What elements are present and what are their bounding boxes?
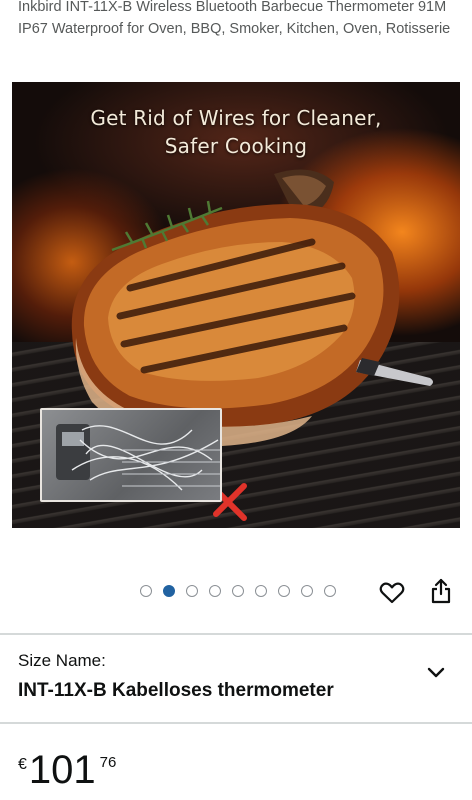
price-currency: € [18, 756, 27, 773]
pagination-dot[interactable] [255, 585, 267, 597]
share-icon[interactable] [426, 576, 456, 606]
price-whole: 101 [28, 748, 96, 792]
headline-line-1: Get Rid of Wires for Cleaner, [90, 106, 382, 130]
product-title: Inkbird INT-11X-B Wireless Bluetooth Bar… [18, 0, 451, 37]
pagination-dot[interactable] [232, 585, 244, 597]
chevron-down-icon[interactable] [424, 660, 448, 684]
pagination-dot[interactable] [301, 585, 313, 597]
pagination-dot[interactable] [324, 585, 336, 597]
price-fraction: 76 [99, 754, 117, 771]
pagination-dot[interactable] [163, 585, 175, 597]
pagination-dot[interactable] [209, 585, 221, 597]
product-image[interactable]: Get Rid of Wires for Cleaner, Safer Cook… [12, 82, 460, 528]
tangled-wires-illustration [56, 424, 220, 491]
price: € 101 76 [18, 748, 116, 794]
pagination-dot[interactable] [140, 585, 152, 597]
image-pagination[interactable] [140, 584, 336, 598]
size-value[interactable]: INT-11X-B Kabelloses thermometer [18, 680, 334, 702]
divider [0, 722, 472, 724]
headline-line-2: Safer Cooking [164, 134, 308, 158]
pagination-dot[interactable] [186, 585, 198, 597]
divider [0, 633, 472, 635]
image-headline: Get Rid of Wires for Cleaner, Safer Cook… [12, 104, 460, 160]
pagination-dot[interactable] [278, 585, 290, 597]
size-label: Size Name: [18, 651, 106, 670]
heart-icon[interactable] [377, 578, 407, 608]
wired-thermometer-inset [40, 408, 222, 502]
